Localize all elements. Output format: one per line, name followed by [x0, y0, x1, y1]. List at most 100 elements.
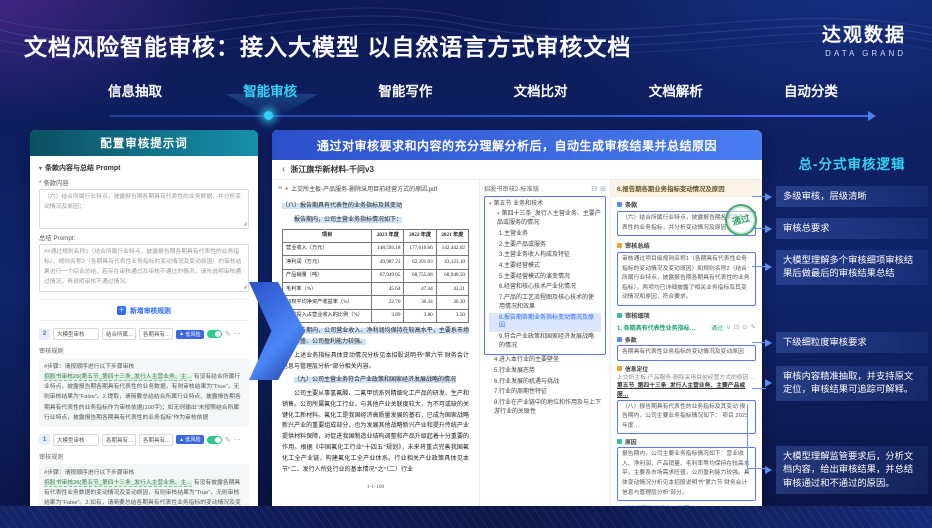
locate-icon[interactable]: ⊙ [742, 323, 747, 331]
resize-grip-icon[interactable]: ◢ [243, 220, 247, 229]
bottom-decoration [0, 506, 932, 528]
connector-line [752, 266, 766, 267]
doc-page-number: 1-1-100 [282, 483, 469, 493]
rule-type-select[interactable]: 大模型审核 [53, 328, 99, 340]
rule-field-2[interactable]: 各期具有… [139, 434, 173, 446]
review-result-panel: 通过对审核要求和内容的充分理解分析后，自动生成审核结果并总结原因 ‹ 浙江旗华新… [272, 130, 762, 512]
rule-row: 1 大模型审核 各期具有… 各期具有… ▲低风险 ✎ ⋯ [39, 434, 249, 446]
tree-item[interactable]: 5.主要经营模式的演变情况 [489, 272, 601, 283]
locate-snippet-box[interactable]: （八）报告期具有代表性的业务指标及其变动 报告期内，公司主要业务指标情况如下： … [617, 400, 756, 435]
back-icon[interactable]: ‹ [282, 164, 285, 175]
doc-para-3: 公司主要从事氢氟酸、二氟甲烷系列精细化工产品的研发、生产和销售。公司所属氟化工行… [282, 389, 469, 475]
edit-icon[interactable]: ✎ [751, 323, 756, 331]
rule-step-prefix: #步骤：请按顺序进行以下步骤审核 [44, 470, 134, 476]
tree-item[interactable]: 1.主营业务 [489, 229, 601, 240]
rule-enable-toggle[interactable] [207, 330, 222, 338]
tree-subsection[interactable]: ▾第四十三条_发行人主营业务、主要产品或服务的情况 [489, 210, 601, 228]
rule-index-badge: 1 [39, 434, 50, 445]
rule-enable-toggle[interactable] [207, 436, 222, 444]
timeline-arrow [110, 115, 868, 117]
document-file-row[interactable]: ≡ ● 上交所主板-产品服务-删除采用目前经营方式的原因.pdf [272, 180, 479, 197]
summary-prompt-label: 总结 Prompt: [39, 233, 249, 242]
note-summary-logic: 大模型理解多个审核细项审核结果后做最后的审核结果总结 [776, 250, 928, 285]
doc-heading-1: （八）报告期具有代表性的业务指标及其变动 [282, 203, 402, 209]
doc-para-1: 报告期内，公司营业收入、净利润均保持在较高水平，主要系市场需求旺盛、公司盈利能力… [282, 328, 469, 345]
tree-item[interactable]: 7.行业的周期性特征 [484, 387, 606, 398]
rule-field-1[interactable]: 结合所属… [102, 328, 136, 340]
tree-title: 招股书审核2-标准版 [484, 184, 588, 193]
note-traceable: 审核内容精准抽取，并支持原文定位，审核结果可追踪可解释。 [776, 366, 928, 401]
col-header: 项目 [283, 229, 372, 242]
tab-doc-compare[interactable]: 文档比对 [514, 80, 568, 100]
rule-highlight: 招股书审核26(第五节_第四十三条_发行人主营业务、主… [44, 374, 192, 381]
tree-item[interactable]: 2.主要产品或服务 [489, 240, 601, 251]
table-row: 毛利率（%）45.6447.4442.21 [283, 283, 469, 296]
rule-field-2[interactable]: 各期具有… [139, 328, 173, 340]
pencil-icon[interactable]: ✎ [225, 330, 231, 338]
rule-text: 有没有结合所属行业特点，披露报告期各期具有代表性的业务数据，有则审核结果为“Tr… [44, 374, 241, 421]
table-row: 产品销量（吨）67,949.0568,755.0868,940.50 [283, 269, 469, 282]
tab-doc-parse[interactable]: 文档解析 [649, 80, 703, 100]
more-icon[interactable]: ⋯ [234, 330, 241, 338]
tree-item[interactable]: 6.行业发展的机遇与挑战 [484, 377, 606, 388]
more-icon[interactable]: ⋯ [234, 436, 241, 444]
chevron-down-icon[interactable]: ∨ [726, 323, 731, 331]
review-result-detail: 6.报告期各期业务指标变动情况及原因 条款 （六）结合所属行业特点，披露报告期各… [611, 180, 762, 512]
summary-section-label: 审核总结 [617, 241, 756, 250]
tree-item[interactable]: 4.主要经营模式 [489, 261, 601, 272]
collapse-panel-icon[interactable]: ⊟ [591, 185, 597, 193]
plus-icon: ＋ [117, 306, 126, 315]
col-header: 2021 年度 [436, 229, 468, 242]
tab-smart-writing[interactable]: 智能写作 [378, 80, 432, 100]
expand-panel-icon[interactable]: ⊞ [600, 185, 606, 193]
rule-field-1[interactable]: 各期具有… [102, 434, 136, 446]
note-overall-requirement: 审核总要求 [776, 218, 928, 239]
connector-line [752, 342, 766, 343]
tree-item-active[interactable]: 8.报告期各期业务指标变动情况及原因 [489, 313, 601, 332]
locate-path[interactable]: 第五节_第四十三条_发行人主营业务、主要产品或服… [617, 382, 756, 399]
comment-icon[interactable]: ⊡ [734, 323, 739, 331]
detail-icon [617, 313, 622, 318]
clause-prompt-textarea[interactable]: （六）结合所属行业特点，披露报告期各期具有代表性的业务数据，并分析变动情况及原因… [39, 189, 249, 229]
rule-type-select[interactable]: 大模型审核 [53, 434, 99, 446]
doc-heading-2: （九）公司主营业务符合产业政策和国家经济发展战略的情况 [294, 377, 456, 383]
required-icon: * [39, 180, 41, 187]
review-panel-title: 通过对审核要求和内容的充分理解分析后，自动生成审核结果并总结原因 [272, 130, 762, 160]
pencil-icon[interactable]: ✎ [225, 436, 231, 444]
prompt-section-header[interactable]: ▾条款内容与总结 Prompt [39, 163, 249, 173]
summary-prompt-textarea[interactable]: ##通过规则名称1（结合所属行业特点，披露报告期各期具有代表性的业务指标）、规则… [39, 244, 249, 292]
connector-line [752, 388, 766, 389]
rule-step-prefix: #步骤：请按顺序进行以下步骤审核 [44, 364, 134, 370]
project-name: 浙江旗华新材料-千问v3 [290, 164, 374, 175]
locate-section-icon [617, 366, 622, 371]
prompt-panel-title: 配置审核提示词 [30, 130, 258, 156]
tab-info-extraction[interactable]: 信息抽取 [108, 80, 162, 100]
document-page[interactable]: （八）报告期具有代表性的业务指标及其变动 报告期内，公司主营业务指标情况如下： … [272, 197, 479, 512]
tree-item[interactable]: 9.符合产业政策和国家经济发展战略的情况 [489, 332, 601, 351]
resize-grip-icon[interactable]: ◢ [243, 283, 247, 292]
menu-icon[interactable]: ≡ [278, 185, 282, 192]
locate-file[interactable]: 上交所主板-产品服务-删除采用目前经营方式的原因… [617, 374, 756, 383]
tab-auto-classify[interactable]: 自动分类 [784, 80, 838, 100]
tree-item[interactable]: 6.经营和核心技术产业化情况 [489, 282, 601, 293]
tree-section[interactable]: ▾第五节 业务和技术 [489, 200, 601, 209]
add-rule-button[interactable]: ＋ 新增审核规则 [39, 299, 249, 321]
connector-line [752, 228, 766, 229]
tree-item[interactable]: 5.行业发展态势 [484, 366, 606, 377]
tree-item[interactable]: 8.行业在产业链中的地位和作用及与上下游行业的关联性 [484, 398, 606, 417]
caret-icon[interactable]: ▾ [489, 201, 492, 207]
connector-line [747, 468, 766, 469]
detail-item-row[interactable]: 1. 各期具有代表性业务指标… 通过 ∨ ⊡ ⊙ ✎ [617, 323, 756, 332]
table-row: 加权平均净资产收益率（%）22.7036.3436.30 [283, 296, 469, 309]
risk-icon: ▲ [179, 331, 184, 337]
brand-logo: 达观数据 DATA GRAND [822, 20, 906, 58]
collapse-icon[interactable]: ▾ [39, 166, 42, 172]
reason-icon [617, 439, 622, 444]
tree-item[interactable]: 4.进入本行业的主要壁垒 [484, 355, 606, 366]
caret-icon[interactable]: ▾ [497, 211, 500, 217]
tree-item[interactable]: 3.主营业务收入构成及特征 [489, 250, 601, 261]
risk-tag: ▲低风险 [176, 435, 204, 444]
tree-item[interactable]: 7.产品的工艺流程图及核心技术的使用情况和效果 [489, 293, 601, 312]
connector-elbow [747, 404, 748, 468]
risk-tag: ▲低风险 [176, 330, 204, 339]
